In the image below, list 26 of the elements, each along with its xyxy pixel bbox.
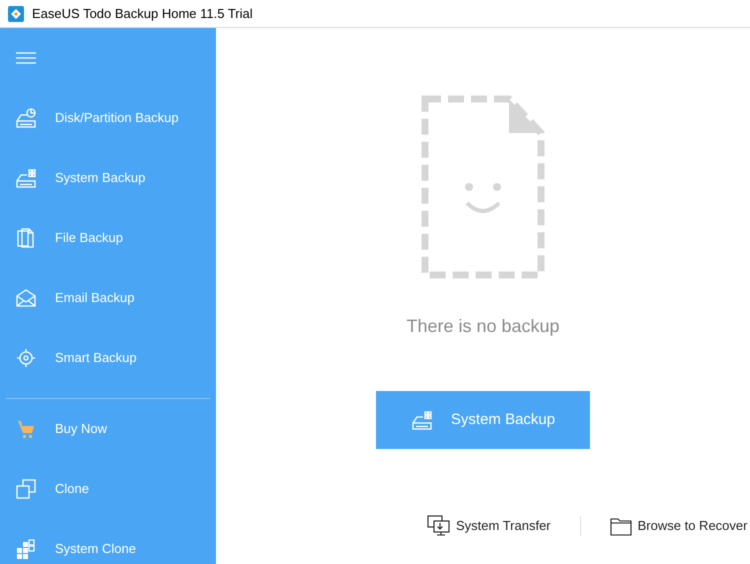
browse-to-recover-link[interactable]: Browse to Recover: [610, 516, 748, 536]
sidebar-item[interactable]: System Backup: [55, 168, 146, 188]
envelope-icon: [15, 287, 37, 309]
sidebar-item[interactable]: System Clone: [55, 539, 136, 559]
empty-message: There is no backup: [406, 315, 560, 338]
sidebar-item[interactable]: Smart Backup: [55, 348, 137, 368]
monitors-icon: [427, 515, 451, 537]
drive-icon: [15, 167, 37, 189]
sidebar-item[interactable]: Disk/Partition Backup: [55, 108, 179, 128]
windows-icon: [15, 538, 37, 560]
drive-icon: [410, 409, 433, 431]
cart-icon: [15, 418, 37, 440]
menu-icon[interactable]: [16, 51, 36, 65]
disk-icon: [15, 107, 37, 129]
sidebar-item[interactable]: Clone: [55, 479, 89, 499]
copy-icon: [15, 478, 37, 500]
sidebar-item[interactable]: Email Backup: [55, 288, 134, 308]
folder-icon: [610, 516, 632, 536]
sidebar-item[interactable]: File Backup: [55, 228, 123, 248]
system-backup-button[interactable]: System Backup: [376, 391, 590, 449]
sidebar-item[interactable]: Buy Now: [55, 419, 108, 439]
system-transfer-link[interactable]: System Transfer: [427, 515, 551, 537]
empty-file-icon: [421, 95, 545, 279]
window-title: EaseUS Todo Backup Home 11.5 Trial: [32, 4, 253, 23]
app-logo-icon: [8, 6, 24, 22]
target-icon: [15, 347, 37, 369]
